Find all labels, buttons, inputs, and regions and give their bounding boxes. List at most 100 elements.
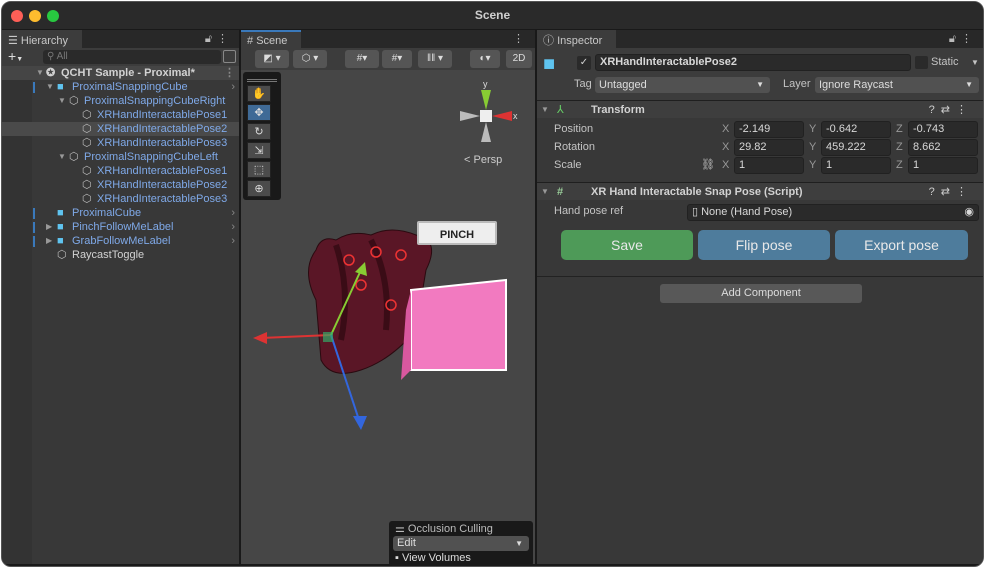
maximize-window-button[interactable] — [47, 10, 59, 22]
open-prefab-chevron-icon[interactable]: › — [231, 220, 235, 234]
layer-dropdown[interactable]: Ignore Raycast ▼ — [815, 77, 979, 93]
script-header[interactable]: ▼ # XR Hand Interactable Snap Pose (Scrip… — [537, 182, 983, 200]
search-input[interactable]: ⚲ All — [43, 50, 221, 64]
hierarchy-panel: ☰ Hierarchy 🔓︎⋮ +▼ ⚲ All ▼ ✪ QCHT Sample … — [2, 30, 239, 564]
rotation-z-input[interactable]: 8.662 — [908, 139, 978, 156]
occlusion-mode-dropdown[interactable]: Edit ▼ — [393, 536, 529, 551]
mode-2d-button[interactable]: 2D — [506, 50, 532, 68]
search-icon: ⚲ — [47, 51, 57, 62]
file-icon: ▯ — [692, 206, 702, 218]
scene-panel: # Scene ⋮ ◩ ▾ ⬡ ▾ #▾ #▾ ‖‖ ▾ ◐▾ 2D ✋ ✥ ↻ … — [241, 30, 535, 566]
object-name-input[interactable]: XRHandInteractablePose2 — [595, 54, 911, 71]
more-menu-icon[interactable]: ⋮ — [217, 33, 233, 45]
grid-icon: # — [247, 35, 257, 47]
grid-snap-dropdown[interactable]: #▾ — [345, 50, 379, 68]
hierarchy-item[interactable]: ⬡ RaycastToggle — [2, 248, 239, 262]
tab-scene[interactable]: # Scene — [241, 30, 302, 48]
hierarchy-item[interactable]: ▼ ■ ProximalSnappingCube › — [2, 80, 239, 94]
tag-dropdown[interactable]: Untagged ▼ — [595, 77, 770, 93]
occlusion-title: ⚌ Occlusion Culling — [395, 523, 493, 535]
view-volumes-checkbox[interactable]: ▪ View Volumes — [395, 552, 471, 564]
object-picker-icon[interactable]: ◉ — [964, 205, 974, 220]
scene-root-row[interactable]: ▼ ✪ QCHT Sample - Proximal* ⋮ — [2, 66, 239, 80]
gameobject-icon: ⬡ — [69, 95, 79, 107]
scene-toolbar: ◩ ▾ ⬡ ▾ #▾ #▾ ‖‖ ▾ ◐▾ 2D — [241, 48, 535, 70]
scale-x-input[interactable]: 1 — [734, 157, 804, 174]
axis-y-label: y — [483, 79, 488, 89]
gameobject-icon: ⬡ — [57, 249, 67, 261]
scene-search-icon[interactable] — [223, 50, 236, 63]
position-x-input[interactable]: -2.149 — [734, 121, 804, 138]
lock-icon[interactable]: 🔓︎ — [205, 33, 217, 45]
gameobject-icon: ⬡ — [82, 109, 92, 121]
scene-viewport[interactable]: y x < Persp — [241, 70, 535, 560]
scale-label: Scale — [554, 159, 582, 171]
hand-pose-ref-field[interactable]: ▯ None (Hand Pose) ◉ — [687, 204, 979, 221]
gameobject-icon: ⬡ — [82, 193, 92, 205]
hierarchy-item[interactable]: ▶ ■ GrabFollowMeLabel › — [2, 234, 239, 248]
add-component-button[interactable]: Add Component — [660, 284, 862, 303]
constrain-proportions-link-icon[interactable]: ⛓ — [701, 157, 715, 174]
persp-label[interactable]: < Persp — [464, 154, 502, 166]
close-window-button[interactable] — [11, 10, 23, 22]
open-prefab-chevron-icon[interactable]: › — [231, 80, 235, 94]
add-button[interactable]: +▼ — [8, 48, 23, 64]
rotation-x-input[interactable]: 29.82 — [734, 139, 804, 156]
flip-pose-button[interactable]: Flip pose — [698, 230, 830, 260]
save-button[interactable]: Save — [561, 230, 693, 260]
hierarchy-item[interactable]: ▶ ■ PinchFollowMeLabel › — [2, 220, 239, 234]
lock-icon: 🔓︎ — [948, 33, 961, 45]
position-y-input[interactable]: -0.642 — [821, 121, 891, 138]
gizmos-dropdown[interactable]: ◐▾ — [470, 50, 500, 68]
more-icon[interactable]: ⋮ — [956, 104, 973, 116]
scale-y-input[interactable]: 1 — [821, 157, 891, 174]
snap-increment-dropdown[interactable]: #▾ — [382, 50, 412, 68]
hierarchy-item[interactable]: ▼ ⬡ ProximalSnappingCubeLeft — [2, 150, 239, 164]
help-icon[interactable]: ? — [929, 186, 941, 198]
rotation-y-input[interactable]: 459.222 — [821, 139, 891, 156]
hierarchy-item[interactable]: ⬡ XRHandInteractablePose2 — [2, 122, 239, 136]
more-icon[interactable]: ⋮ — [956, 186, 973, 198]
static-checkbox[interactable] — [915, 56, 928, 69]
draw-mode-dropdown[interactable]: ◩ ▾ — [255, 50, 289, 68]
prefab-cube-icon: ■ — [57, 207, 64, 219]
active-checkbox[interactable]: ✓ — [577, 56, 591, 70]
tab-hierarchy[interactable]: ☰ Hierarchy — [2, 30, 82, 48]
minimize-window-button[interactable] — [29, 10, 41, 22]
help-icon[interactable]: ? — [929, 104, 941, 116]
scene-menu-icon[interactable]: ⋮ — [224, 66, 235, 80]
hierarchy-item[interactable]: ▼ ⬡ ProximalSnappingCubeRight — [2, 94, 239, 108]
hierarchy-item[interactable]: ⬡ XRHandInteractablePose1 — [2, 108, 239, 122]
gameobject-icon: ⬡ — [82, 123, 92, 135]
pinch-label: PINCH — [417, 221, 497, 245]
position-z-input[interactable]: -0.743 — [908, 121, 978, 138]
tab-inspector[interactable]: ⓘ Inspector — [537, 30, 617, 48]
gameobject-icon: ⬡ — [82, 165, 92, 177]
gameobject-icon: ⬡ — [82, 137, 92, 149]
audio-effects-dropdown[interactable]: ‖‖ ▾ — [418, 50, 452, 68]
hierarchy-item[interactable]: ⬡ XRHandInteractablePose1 — [2, 164, 239, 178]
gameobject-cube-icon: ■ — [543, 53, 556, 75]
prefab-cube-icon: ■ — [57, 221, 64, 233]
shading-dropdown[interactable]: ⬡ ▾ — [293, 50, 327, 68]
position-label: Position — [554, 123, 594, 135]
transform-icon: ⅄ — [557, 104, 564, 116]
hierarchy-item[interactable]: ■ ProximalCube › — [2, 206, 239, 220]
prefab-cube-icon: ■ — [57, 81, 64, 93]
open-prefab-chevron-icon[interactable]: › — [231, 234, 235, 248]
export-pose-button[interactable]: Export pose — [835, 230, 968, 260]
rotation-label: Rotation — [554, 141, 595, 153]
open-prefab-chevron-icon[interactable]: › — [231, 206, 235, 220]
transform-header[interactable]: ▼ ⅄ Transform ?⇄⋮ — [537, 100, 983, 118]
hierarchy-item[interactable]: ⬡ XRHandInteractablePose2 — [2, 178, 239, 192]
presets-icon[interactable]: ⇄ — [941, 186, 956, 198]
window-title: Scene — [474, 8, 511, 22]
presets-icon[interactable]: ⇄ — [941, 104, 956, 116]
hierarchy-item[interactable]: ⬡ XRHandInteractablePose3 — [2, 136, 239, 150]
static-dropdown[interactable]: ▼ — [971, 54, 979, 71]
unity-scene-icon: ✪ — [46, 67, 56, 79]
hierarchy-item[interactable]: ⬡ XRHandInteractablePose3 — [2, 192, 239, 206]
occlusion-culling-overlay: ⚌ Occlusion Culling Edit ▼ ▪ View Volumes — [389, 521, 533, 566]
scale-z-input[interactable]: 1 — [908, 157, 978, 174]
orientation-gizmo[interactable]: y x — [460, 79, 518, 142]
